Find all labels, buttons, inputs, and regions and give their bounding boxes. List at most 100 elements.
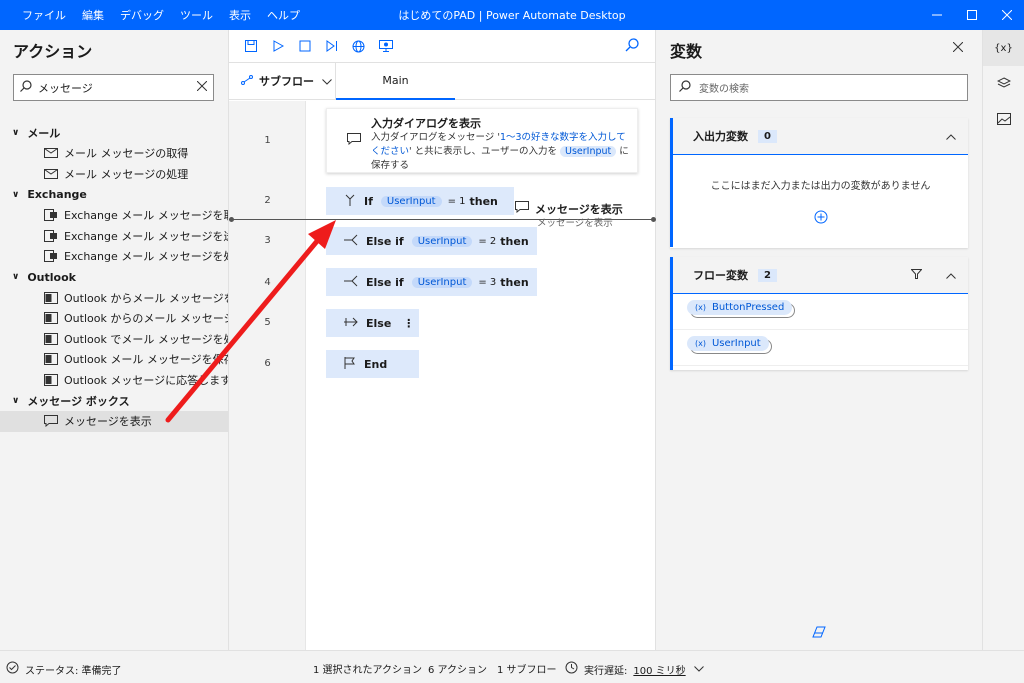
line-number: 4 — [264, 277, 271, 288]
action-item-show-message[interactable]: メッセージを表示 — [0, 411, 228, 432]
line-number: 5 — [264, 317, 271, 328]
tab-main[interactable]: Main — [336, 63, 455, 100]
variable-pill: UserInput — [411, 235, 473, 247]
flag-icon — [344, 356, 356, 372]
action-item[interactable]: Exchange メール メッセージを取得し... — [0, 205, 228, 226]
flow-variables-header[interactable]: フロー変数 2 — [670, 257, 968, 294]
run-delay: 実行遅延: 100 ミリ秒 — [565, 661, 704, 677]
subflow-dropdown[interactable]: サブフロー — [229, 62, 336, 100]
else-icon — [344, 316, 358, 331]
run-delay-label: 実行遅延: — [584, 665, 628, 677]
action-item[interactable]: Exchange メール メッセージを送信し... — [0, 226, 228, 247]
variable-row[interactable]: (x) UserInput — [673, 330, 968, 366]
action-item[interactable]: Outlook からのメール メッセージの送信 — [0, 308, 228, 329]
outlook-icon — [44, 291, 58, 304]
message-icon — [515, 201, 529, 217]
variable-row[interactable]: (x) ButtonPressed — [673, 294, 968, 330]
actions-search-box[interactable]: メッセージ — [13, 74, 214, 101]
action-item[interactable]: Outlook でメール メッセージを処理し... — [0, 329, 228, 350]
maximize-button[interactable] — [954, 0, 989, 30]
outlook-icon — [44, 353, 58, 366]
status-bar: ステータス: 準備完了 1 選択されたアクション 6 アクション 1 サブフロー… — [0, 650, 1024, 683]
variables-search-box[interactable]: 変数の検索 — [670, 74, 968, 101]
status-indicator: ステータス: 準備完了 — [6, 661, 122, 677]
chevron-up-icon[interactable] — [946, 269, 956, 282]
message-icon — [347, 133, 361, 148]
menu-bar: ファイル 編集 デバッグ ツール 表示 ヘルプ — [22, 7, 316, 23]
step-icon[interactable] — [318, 40, 345, 52]
chevron-down-icon: ∨ — [12, 189, 20, 200]
variables-pane-button[interactable]: {x} — [983, 30, 1024, 66]
minimize-button[interactable] — [919, 0, 954, 30]
io-variables-section: 入出力変数 0 ここにはまだ入力または出力の変数がありません — [670, 118, 968, 248]
menu-help[interactable]: ヘルプ — [267, 7, 300, 23]
exchange-icon — [44, 209, 58, 222]
io-variables-header[interactable]: 入出力変数 0 — [670, 118, 968, 155]
variables-title: 変数 — [670, 42, 703, 61]
close-icon[interactable] — [952, 41, 964, 55]
action-card-input-dialog[interactable]: 入力ダイアログを表示 入力ダイアログをメッセージ '1～3の好きな数字を入力して… — [326, 108, 638, 173]
flow-designer: サブフロー Main 1 2 3 4 5 6 入力ダイアログを表示 入力ダイアロ… — [229, 30, 656, 650]
action-item[interactable]: Outlook からメール メッセージを取得... — [0, 288, 228, 309]
search-icon — [679, 80, 691, 95]
action-else[interactable]: Else ⋮ — [326, 309, 419, 337]
eraser-icon[interactable] — [812, 626, 826, 641]
chevron-down-icon: ∨ — [12, 127, 20, 138]
search-icon[interactable] — [625, 38, 639, 55]
menu-edit[interactable]: 編集 — [82, 7, 104, 23]
menu-view[interactable]: 表示 — [229, 7, 251, 23]
web-recorder-icon[interactable] — [345, 40, 372, 53]
selected-actions-count: 1 選択されたアクション — [313, 665, 423, 676]
variable-icon: (x) — [695, 339, 706, 348]
category-outlook[interactable]: ∨ Outlook — [0, 267, 228, 288]
drag-ghost: メッセージを表示 メッセージを表示 — [515, 201, 623, 229]
message-icon — [44, 415, 58, 428]
variable-pill: UserInput — [411, 276, 473, 288]
action-item[interactable]: Outlook メール メッセージを保存します — [0, 349, 228, 370]
close-window-button[interactable] — [989, 0, 1024, 30]
count-badge: 2 — [758, 268, 777, 282]
action-item[interactable]: メール メッセージの取得 — [0, 143, 228, 164]
ui-elements-pane-button[interactable] — [983, 66, 1024, 102]
outlook-icon — [44, 373, 58, 386]
subflow-icon — [241, 74, 253, 88]
count-badge: 0 — [758, 129, 777, 143]
stop-icon[interactable] — [291, 40, 318, 52]
action-else-if[interactable]: Else if UserInput = 3 then — [326, 268, 537, 296]
action-item[interactable]: メール メッセージの処理 — [0, 164, 228, 185]
menu-debug[interactable]: デバッグ — [120, 7, 164, 23]
line-number: 3 — [264, 235, 271, 246]
category-message-box[interactable]: ∨ メッセージ ボックス — [0, 390, 228, 411]
desktop-recorder-icon[interactable] — [372, 40, 399, 52]
variable-chip[interactable]: (x) ButtonPressed — [687, 300, 793, 315]
more-options-icon[interactable]: ⋮ — [403, 317, 414, 330]
clear-search-icon[interactable] — [196, 80, 208, 94]
layers-icon — [996, 76, 1011, 92]
drop-indicator-dot — [229, 217, 234, 222]
side-icon-bar: {x} — [982, 30, 1024, 650]
action-else-if[interactable]: Else if UserInput = 2 then — [326, 227, 537, 255]
subflows-count: 1 サブフロー — [497, 665, 557, 676]
menu-tools[interactable]: ツール — [180, 7, 213, 23]
actions-panel: アクション メッセージ ∨ メール メール メッセージの取得 メール メッセージの… — [0, 30, 229, 650]
menu-file[interactable]: ファイル — [22, 7, 66, 23]
run-delay-value[interactable]: 100 ミリ秒 — [633, 662, 685, 677]
line-number: 2 — [264, 195, 271, 206]
action-if[interactable]: If UserInput = 1 then — [326, 187, 514, 215]
action-end[interactable]: End — [326, 350, 419, 378]
category-mail[interactable]: ∨ メール — [0, 122, 228, 143]
chevron-up-icon[interactable] — [946, 130, 956, 143]
images-pane-button[interactable] — [983, 102, 1024, 138]
filter-icon[interactable] — [910, 268, 923, 282]
add-variable-icon[interactable] — [673, 210, 968, 224]
action-item[interactable]: Outlook メッセージに応答します — [0, 370, 228, 391]
variable-chip[interactable]: (x) UserInput — [687, 336, 769, 351]
envelope-icon — [44, 148, 58, 159]
save-icon[interactable] — [237, 40, 264, 52]
variables-search-input[interactable]: 変数の検索 — [699, 80, 749, 95]
run-icon[interactable] — [264, 40, 291, 52]
action-item[interactable]: Exchange メール メッセージを処理し... — [0, 246, 228, 267]
category-exchange[interactable]: ∨ Exchange — [0, 184, 228, 205]
chevron-down-icon[interactable] — [693, 664, 704, 675]
actions-search-input[interactable]: メッセージ — [38, 80, 197, 96]
